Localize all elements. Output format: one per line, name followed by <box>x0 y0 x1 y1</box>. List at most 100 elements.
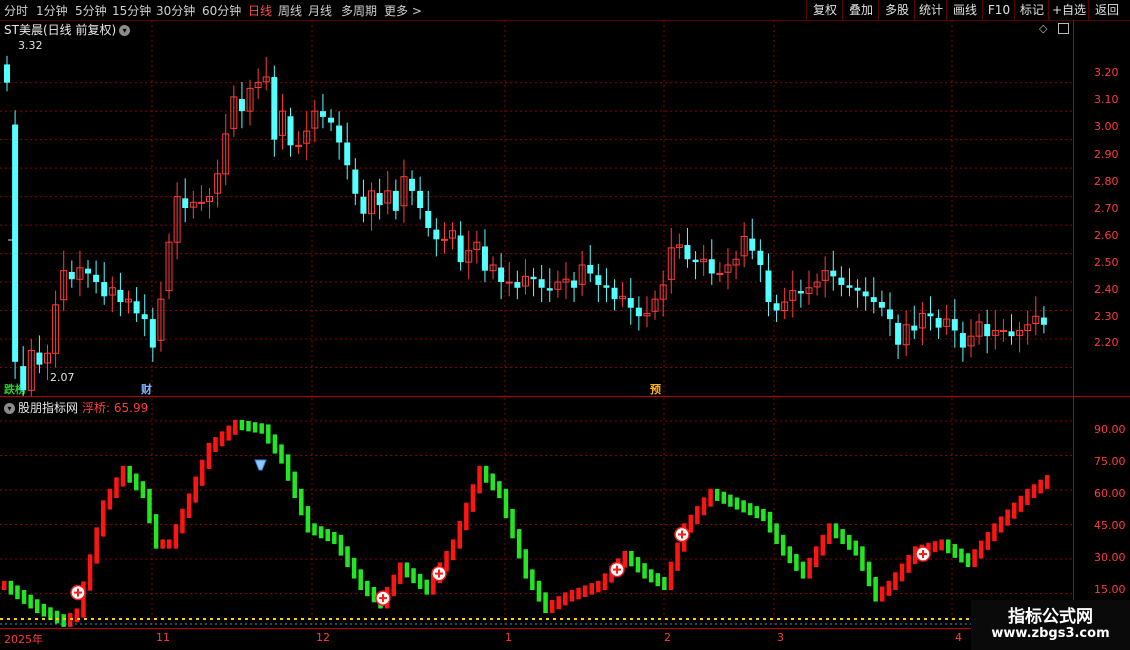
f10-button[interactable]: F10 <box>982 0 1015 20</box>
indicator-bar <box>8 580 14 595</box>
indicator-bar <box>886 580 892 596</box>
date-label: 3 <box>777 631 784 644</box>
indicator-bar <box>107 488 113 510</box>
period-toolbar: 分时 1分钟 5分钟 15分钟 30分钟 60分钟 日线 周线 月线 多周期 更… <box>0 0 1130 21</box>
candle-body-down <box>878 302 885 308</box>
period-tab-timeshare[interactable]: 分时 <box>4 2 28 19</box>
indicator-bar <box>596 580 601 593</box>
candle-body-up <box>295 144 303 147</box>
period-tab-monthly[interactable]: 月线 <box>308 2 332 19</box>
period-tab-1min[interactable]: 1分钟 <box>36 2 68 19</box>
candle-body-down <box>611 287 618 300</box>
indicator-bar <box>147 488 152 524</box>
indicator-bar <box>734 497 740 510</box>
indicator-bar <box>820 534 826 556</box>
candle-body-down <box>984 324 991 337</box>
watermark-title: 指标公式网 <box>1008 607 1093 627</box>
candle-body-down <box>36 352 43 365</box>
draw-line-button[interactable]: 画线 <box>946 0 983 20</box>
period-tab-30min[interactable]: 30分钟 <box>156 2 195 19</box>
indicator-bar <box>754 506 760 519</box>
indicator-bar <box>259 423 264 434</box>
indicator-bar <box>424 579 429 595</box>
candle-body-down <box>708 259 715 274</box>
indicator-bar <box>510 508 515 539</box>
indicator-bar <box>173 524 179 549</box>
period-tab-weekly[interactable]: 周线 <box>278 2 302 19</box>
indicator-bar <box>312 523 317 536</box>
indicator-bar <box>292 471 297 499</box>
indicator-bar <box>61 614 66 627</box>
indicator-bar <box>939 539 944 551</box>
candle-body-down <box>409 178 416 191</box>
candle-body-down <box>328 117 335 123</box>
candle-body-up <box>197 201 205 204</box>
indicator-bar <box>398 562 403 584</box>
candle-body-down <box>344 142 351 166</box>
indicator-bar <box>932 541 938 553</box>
period-tab-more[interactable]: 更多 > <box>384 2 422 19</box>
mark-button[interactable]: 标记 <box>1014 0 1049 20</box>
candle-body-down <box>336 125 343 143</box>
date-label: 4 <box>955 631 962 644</box>
indicator-bar <box>569 590 575 602</box>
indicator-bar <box>827 523 832 545</box>
candle-body-down <box>951 319 958 331</box>
indicator-bar <box>219 431 225 447</box>
candle-body-down <box>514 282 521 288</box>
indicator-bar <box>404 562 410 578</box>
period-tab-multi[interactable]: 多周期 <box>341 2 377 19</box>
period-tab-60min[interactable]: 60分钟 <box>202 2 241 19</box>
indicator-bar <box>747 503 753 516</box>
candle-body-down <box>425 210 432 228</box>
candle-body-down <box>1008 331 1015 337</box>
indicator-bar <box>655 573 661 587</box>
indicator-bar <box>972 549 977 568</box>
price-tick: 3.10 <box>1094 93 1119 106</box>
indicator-bar <box>807 557 812 579</box>
period-tab-5min[interactable]: 5分钟 <box>75 2 107 19</box>
candle-body-down <box>959 333 966 348</box>
ind-tick: 90.00 <box>1094 423 1126 436</box>
indicator-bar <box>464 502 469 531</box>
candle-body-down <box>360 196 367 214</box>
statistics-button[interactable]: 统计 <box>914 0 947 20</box>
multi-stock-button[interactable]: 多股 <box>878 0 915 20</box>
indicator-bar <box>1025 488 1030 505</box>
indicator-bar <box>899 563 905 582</box>
indicator-bar <box>299 488 304 516</box>
indicator-bar <box>140 481 146 499</box>
overlay-button[interactable]: 叠加 <box>842 0 879 20</box>
indicator-bar <box>193 476 198 503</box>
date-label: 1 <box>505 631 512 644</box>
indicator-bar <box>708 488 713 507</box>
indicator-bar <box>345 546 350 568</box>
date-label: 2 <box>664 631 671 644</box>
add-watchlist-button[interactable]: +自选 <box>1048 0 1089 20</box>
indicator-bar <box>985 531 991 550</box>
adjust-button[interactable]: 复权 <box>806 0 843 20</box>
indicator-bar <box>450 539 456 561</box>
price-tick: 2.80 <box>1094 175 1119 188</box>
indicator-bar <box>800 561 806 579</box>
candle-body-down <box>93 274 100 283</box>
indicator-bar <box>635 557 641 573</box>
indicator-bar <box>523 549 528 579</box>
indicator-bar <box>530 569 535 591</box>
indicator-bar <box>200 459 205 486</box>
indicator-bar <box>543 592 548 614</box>
period-tab-15min[interactable]: 15分钟 <box>112 2 151 19</box>
ind-tick: 45.00 <box>1094 519 1126 532</box>
indicator-bar <box>213 437 218 453</box>
candle-body-down <box>68 271 75 280</box>
candle-body-down <box>830 270 837 277</box>
candle-body-down <box>392 190 399 211</box>
candle-body-down <box>117 289 124 302</box>
candle-body-down <box>587 264 594 274</box>
indicator-bar <box>965 553 971 568</box>
period-tab-daily[interactable]: 日线 <box>248 2 272 19</box>
indicator-bar <box>411 568 416 584</box>
back-button[interactable]: 返回 <box>1088 0 1125 20</box>
indicator-bar <box>490 473 495 491</box>
price-tick: 2.70 <box>1094 202 1119 215</box>
